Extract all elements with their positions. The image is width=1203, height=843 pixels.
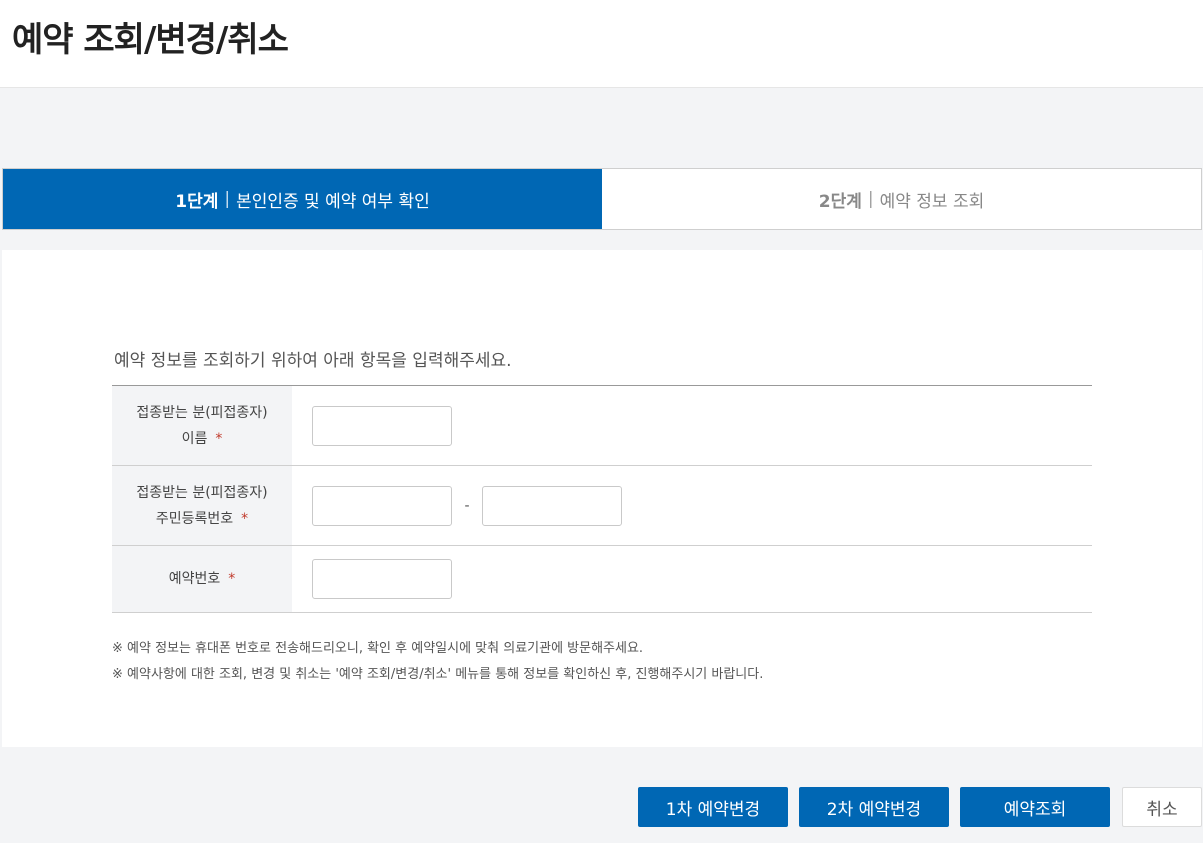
step-indicator: 1단계 | 본인인증 및 예약 여부 확인 2단계 | 예약 정보 조회 bbox=[2, 168, 1202, 230]
reservation-label-wrap: 예약번호 * bbox=[169, 566, 236, 592]
rrn-label-line2: 주민등록번호 bbox=[155, 510, 234, 527]
name-label-line2-wrap: 이름 * bbox=[182, 426, 223, 452]
step-1: 1단계 | 본인인증 및 예약 여부 확인 bbox=[3, 169, 602, 229]
form-row-rrn: 접종받는 분(피접종자) 주민등록번호 * - bbox=[112, 466, 1092, 546]
first-dose-change-button[interactable]: 1차 예약변경 bbox=[638, 787, 788, 827]
name-label: 접종받는 분(피접종자) 이름 * bbox=[112, 386, 292, 465]
name-label-line1: 접종받는 분(피접종자) bbox=[136, 404, 268, 421]
required-mark: * bbox=[241, 510, 249, 527]
step-2: 2단계 | 예약 정보 조회 bbox=[602, 169, 1201, 229]
reservation-field-cell bbox=[292, 546, 1092, 612]
form-row-reservation: 예약번호 * bbox=[112, 546, 1092, 613]
second-dose-change-button[interactable]: 2차 예약변경 bbox=[799, 787, 949, 827]
notice-item: ※ 예약 정보는 휴대폰 번호로 전송해드리오니, 확인 후 예약일시에 맞춰 … bbox=[112, 641, 644, 656]
verification-panel: 예약 정보를 조회하기 위하여 아래 항목을 입력해주세요. 접종받는 분(피접… bbox=[2, 250, 1202, 747]
required-mark: * bbox=[228, 571, 236, 587]
step-2-label: 예약 정보 조회 bbox=[879, 191, 985, 212]
rrn-dash: - bbox=[464, 497, 470, 514]
rrn-label-line2-wrap: 주민등록번호 * bbox=[156, 506, 248, 532]
form-intro: 예약 정보를 조회하기 위하여 아래 항목을 입력해주세요. bbox=[114, 351, 512, 371]
rrn-back-input[interactable] bbox=[482, 485, 622, 526]
reservation-number-input[interactable] bbox=[312, 559, 452, 599]
name-label-line2: 이름 bbox=[181, 430, 208, 447]
required-mark: * bbox=[215, 430, 223, 447]
name-input[interactable] bbox=[312, 405, 452, 446]
page-header: 예약 조회/변경/취소 bbox=[0, 0, 1203, 88]
step-1-separator: | bbox=[224, 189, 231, 209]
name-field-cell bbox=[292, 386, 1092, 465]
verification-form: 접종받는 분(피접종자) 이름 * 접종받는 분(피접종자) 주민등록번호 * - … bbox=[112, 385, 1092, 613]
reservation-label-text: 예약번호 bbox=[168, 571, 221, 587]
reservation-lookup-button[interactable]: 예약조회 bbox=[960, 787, 1110, 827]
rrn-label: 접종받는 분(피접종자) 주민등록번호 * bbox=[112, 466, 292, 545]
cancel-button[interactable]: 취소 bbox=[1122, 787, 1202, 827]
rrn-label-line1: 접종받는 분(피접종자) bbox=[136, 484, 268, 501]
step-1-label: 본인인증 및 예약 여부 확인 bbox=[236, 191, 430, 212]
notice-list: ※ 예약 정보는 휴대폰 번호로 전송해드리오니, 확인 후 예약일시에 맞춰 … bbox=[112, 636, 763, 688]
step-2-separator: | bbox=[867, 189, 874, 209]
rrn-field-cell: - bbox=[292, 466, 1092, 545]
step-1-number: 1단계 bbox=[175, 191, 219, 212]
step-2-number: 2단계 bbox=[818, 191, 862, 212]
page-title: 예약 조회/변경/취소 bbox=[12, 20, 289, 60]
rrn-front-input[interactable] bbox=[312, 485, 452, 526]
form-row-name: 접종받는 분(피접종자) 이름 * bbox=[112, 386, 1092, 466]
notice-item: ※ 예약사항에 대한 조회, 변경 및 취소는 '예약 조회/변경/취소' 메뉴… bbox=[112, 667, 764, 682]
reservation-label: 예약번호 * bbox=[112, 546, 292, 612]
